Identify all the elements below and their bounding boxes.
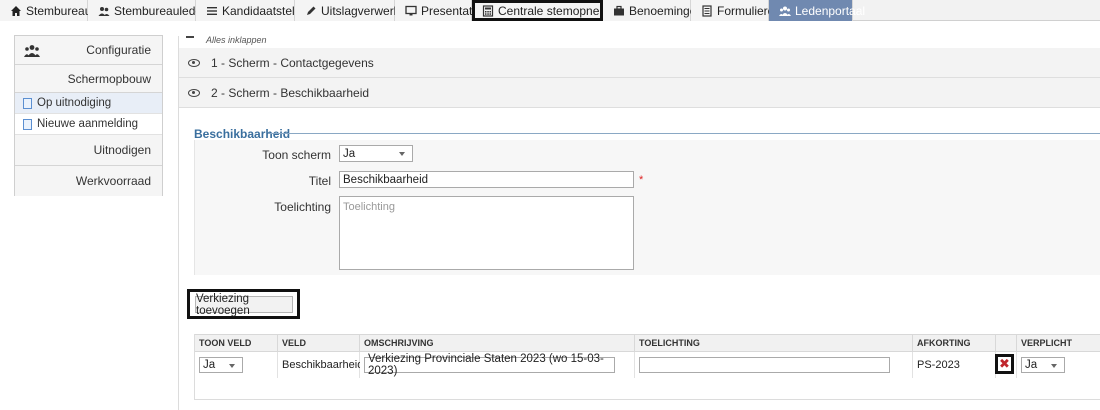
users-icon bbox=[98, 5, 110, 17]
document-icon bbox=[23, 118, 32, 130]
delete-row-button[interactable]: ✖ bbox=[995, 354, 1014, 374]
sidebar-item-label: Uitnodigen bbox=[93, 143, 151, 157]
collapse-icon bbox=[186, 36, 194, 44]
select-value: Ja bbox=[203, 359, 216, 371]
forms-icon bbox=[701, 4, 713, 17]
home-icon bbox=[10, 5, 22, 17]
sidebar-subitem-op-uitnodiging[interactable]: Op uitnodiging bbox=[15, 93, 162, 114]
eye-icon[interactable] bbox=[188, 58, 200, 67]
group-icon bbox=[24, 44, 40, 60]
table-cell-omschrijving: Verkiezing Provinciale Staten 2023 (wo 1… bbox=[360, 352, 635, 378]
tab-benoemingen[interactable]: Benoemingen bbox=[603, 0, 703, 21]
screen-row-beschikbaarheid[interactable]: 2 - Scherm - Beschikbaarheid bbox=[179, 78, 1100, 108]
tab-kandidaatstelling[interactable]: Kandidaatstelling bbox=[196, 0, 313, 21]
tab-label: Ledenportaal bbox=[795, 3, 866, 18]
column-header: VERPLICHT bbox=[1017, 334, 1100, 352]
section-divider bbox=[268, 133, 1100, 134]
tab-label: Stembureauleden bbox=[114, 3, 209, 18]
screen-label: 1 - Scherm - Contactgegevens bbox=[211, 55, 374, 70]
column-header: TOELICHTING bbox=[635, 334, 913, 352]
section-title: Beschikbaarheid bbox=[194, 127, 295, 141]
sidebar: Configuratie Schermopbouw Op uitnodiging… bbox=[14, 35, 163, 196]
sidebar-item-label: Schermopbouw bbox=[67, 71, 151, 86]
toon-scherm-label: Toon scherm bbox=[262, 148, 331, 162]
column-header: TOON VELD bbox=[195, 334, 278, 352]
chevron-down-icon bbox=[1051, 364, 1057, 368]
collapse-all-label: Alles inklappen bbox=[206, 35, 267, 45]
chevron-down-icon bbox=[399, 152, 405, 156]
sidebar-item-configuratie[interactable]: Configuratie bbox=[15, 36, 162, 65]
titel-input[interactable]: Beschikbaarheid bbox=[339, 171, 634, 188]
screen-row-contactgegevens[interactable]: 1 - Scherm - Contactgegevens bbox=[179, 48, 1100, 78]
sidebar-item-werkvoorraad[interactable]: Werkvoorraad bbox=[15, 166, 162, 196]
sidebar-item-label: Configuratie bbox=[86, 43, 151, 57]
toelichting-label: Toelichting bbox=[274, 200, 331, 214]
add-election-button[interactable]: Verkiezing toevoegen bbox=[195, 293, 293, 317]
titel-label: Titel bbox=[308, 174, 331, 188]
column-header: OMSCHRIJVING bbox=[360, 334, 635, 352]
table-cell-afkorting: PS-2023 bbox=[913, 352, 996, 378]
tab-centrale-stemopneming[interactable]: Centrale stemopneming bbox=[472, 0, 625, 21]
add-election-highlight: Verkiezing toevoegen bbox=[187, 289, 300, 319]
toelichting-textarea[interactable]: Toelichting bbox=[339, 196, 634, 270]
sidebar-subitem-label: Nieuwe aanmelding bbox=[37, 118, 139, 130]
toelichting-input[interactable] bbox=[639, 357, 890, 373]
column-header: VELD bbox=[278, 334, 360, 352]
top-navigation: Stembureaus Stembureauleden Kandidaatste… bbox=[0, 0, 1100, 21]
screen-form: Toon scherm Ja Titel Beschikbaarheid * T… bbox=[194, 140, 1100, 275]
calculator-icon bbox=[482, 4, 494, 17]
tab-stembureaus[interactable]: Stembureaus bbox=[0, 0, 97, 21]
verplicht-select[interactable]: Ja bbox=[1021, 357, 1065, 373]
table-cell-toon-veld: Ja bbox=[195, 352, 278, 378]
select-value: Ja bbox=[1025, 359, 1038, 371]
document-icon bbox=[23, 97, 32, 109]
eye-icon[interactable] bbox=[188, 88, 200, 97]
tab-formulieren[interactable]: Formulieren bbox=[691, 0, 781, 21]
column-header bbox=[996, 334, 1017, 352]
tab-presentatie[interactable]: Presentatie bbox=[395, 0, 482, 21]
chevron-down-icon bbox=[229, 364, 235, 368]
toon-veld-select[interactable]: Ja bbox=[199, 357, 243, 373]
sidebar-subitem-label: Op uitnodiging bbox=[37, 97, 112, 109]
delete-icon: ✖ bbox=[999, 356, 1010, 372]
screen-label: 2 - Scherm - Beschikbaarheid bbox=[211, 85, 370, 100]
tab-uitslagverwerking[interactable]: Uitslagverwerking bbox=[295, 0, 416, 21]
sidebar-item-uitnodigen[interactable]: Uitnodigen bbox=[15, 135, 162, 166]
table-cell-toelichting bbox=[635, 352, 913, 378]
sidebar-subitem-nieuwe-aanmelding[interactable]: Nieuwe aanmelding bbox=[15, 114, 162, 135]
select-value: Ja bbox=[343, 147, 356, 160]
tab-stembureauleden[interactable]: Stembureauleden bbox=[88, 0, 209, 21]
group-icon bbox=[779, 5, 791, 17]
table-cell-veld: Beschikbaarheid bbox=[278, 352, 363, 378]
tab-ledenportaal[interactable]: Ledenportaal bbox=[769, 0, 865, 21]
table-cell-verplicht: Ja bbox=[1017, 352, 1100, 378]
list-icon bbox=[206, 5, 218, 17]
election-table: TOON VELD VELD OMSCHRIJVING TOELICHTING … bbox=[194, 334, 1100, 400]
sidebar-item-schermopbouw[interactable]: Schermopbouw bbox=[15, 65, 162, 93]
monitor-icon bbox=[405, 5, 417, 17]
required-marker: * bbox=[639, 174, 644, 186]
omschrijving-input[interactable]: Verkiezing Provinciale Staten 2023 (wo 1… bbox=[364, 353, 615, 377]
column-header: AFKORTING bbox=[913, 334, 996, 352]
briefcase-icon bbox=[613, 5, 625, 17]
pencil-icon bbox=[305, 5, 317, 17]
toon-scherm-select[interactable]: Ja bbox=[339, 145, 413, 162]
tab-label: Stembureaus bbox=[26, 3, 98, 18]
sidebar-item-label: Werkvoorraad bbox=[75, 174, 151, 188]
collapse-all-link[interactable]: Alles inklappen bbox=[186, 35, 267, 45]
